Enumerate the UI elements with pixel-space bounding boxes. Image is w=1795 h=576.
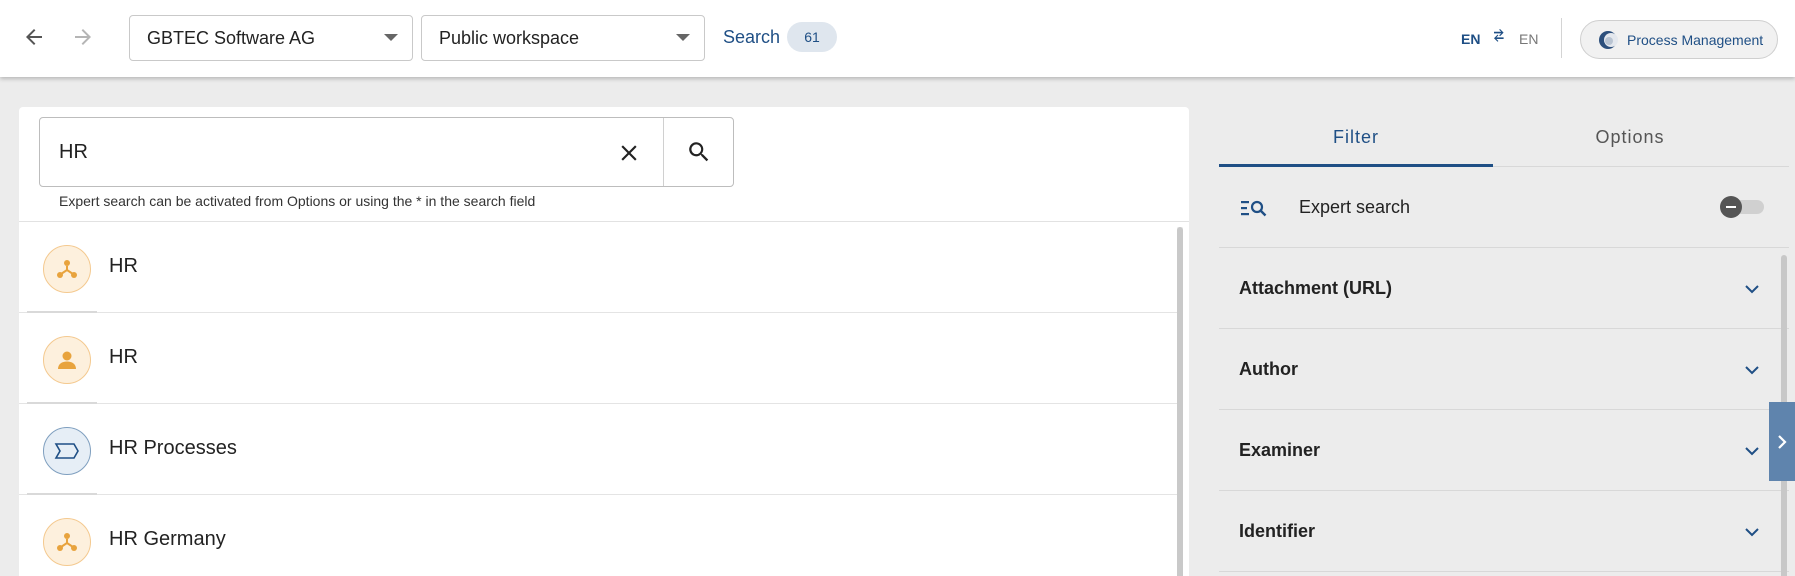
expert-search-label: Expert search: [1299, 197, 1411, 217]
search-input[interactable]: [40, 118, 600, 186]
chevron-down-icon: [1745, 528, 1759, 537]
filter-examiner[interactable]: Examiner: [1219, 410, 1789, 491]
filter-label: Author: [1239, 359, 1298, 379]
arrow-left-icon: [26, 29, 42, 45]
filter-identifier[interactable]: Identifier: [1219, 491, 1789, 572]
process-management-button[interactable]: Process Management: [1580, 20, 1778, 59]
filter-label: Identifier: [1239, 521, 1316, 541]
language-active[interactable]: EN: [1461, 31, 1480, 47]
search-hint: Expert search can be activated from Opti…: [59, 193, 536, 209]
process-management-label: Process Management: [1627, 31, 1764, 48]
result-icon: [43, 427, 91, 475]
back-button[interactable]: [17, 20, 51, 54]
result-label: HR Germany: [109, 528, 226, 550]
chevron-down-icon: [1745, 447, 1759, 456]
workspace-value: Public workspace: [439, 27, 580, 48]
org-unit-icon: [57, 533, 77, 551]
result-item[interactable]: HR Germany: [19, 495, 1182, 576]
result-item[interactable]: HR: [19, 222, 1182, 313]
workspace-select[interactable]: Public workspace: [421, 15, 705, 61]
result-count-badge: 61: [787, 22, 837, 52]
filter-label: Attachment (URL): [1239, 278, 1392, 298]
expert-search-row: Expert search: [1219, 167, 1789, 248]
swap-icon[interactable]: [1490, 27, 1508, 45]
result-label: HR: [109, 255, 138, 277]
organization-select[interactable]: GBTEC Software AG: [129, 15, 413, 61]
tab-options[interactable]: Options: [1493, 107, 1767, 167]
language-other[interactable]: EN: [1519, 31, 1538, 47]
org-unit-icon: [57, 260, 77, 278]
tab-filter[interactable]: Filter: [1219, 107, 1493, 167]
expert-search-toggle[interactable]: [1720, 196, 1766, 218]
result-icon: [43, 518, 91, 566]
person-icon: [58, 351, 76, 369]
expand-panel-button[interactable]: [1769, 402, 1795, 481]
result-icon: [43, 336, 91, 384]
search-link[interactable]: Search: [723, 27, 780, 48]
top-bar: GBTEC Software AG Public workspace Searc…: [0, 0, 1795, 77]
manage-search-icon: [1241, 200, 1267, 217]
search-icon: [688, 142, 708, 162]
result-label: HR: [109, 346, 138, 368]
organization-value: GBTEC Software AG: [147, 27, 316, 48]
caret-down-icon: [384, 34, 398, 41]
toggle-knob: [1720, 196, 1742, 218]
result-item[interactable]: HR Processes: [19, 404, 1182, 495]
filter-attachment-url[interactable]: Attachment (URL): [1219, 248, 1789, 329]
chevron-right-icon: [1778, 434, 1787, 449]
filter-label: Examiner: [1239, 440, 1321, 460]
search-box: [39, 117, 734, 187]
forward-button[interactable]: [66, 20, 100, 54]
chevron-down-icon: [1745, 285, 1759, 294]
result-icon: [43, 245, 91, 293]
header-divider: [1561, 18, 1562, 58]
app-logo-icon: [1599, 30, 1618, 49]
result-label: HR Processes: [109, 437, 237, 459]
results-scrollbar[interactable]: [1177, 227, 1183, 576]
process-icon: [54, 443, 79, 459]
results-panel: Expert search can be activated from Opti…: [19, 107, 1189, 576]
arrow-right-icon: [75, 29, 91, 45]
chevron-down-icon: [1745, 366, 1759, 375]
close-icon[interactable]: [616, 140, 642, 166]
filter-author[interactable]: Author: [1219, 329, 1789, 410]
result-item[interactable]: HR: [19, 313, 1182, 404]
filter-panel: Filter Options Expert search Attachment …: [1219, 107, 1789, 576]
caret-down-icon: [676, 34, 690, 41]
search-button[interactable]: [663, 118, 734, 186]
